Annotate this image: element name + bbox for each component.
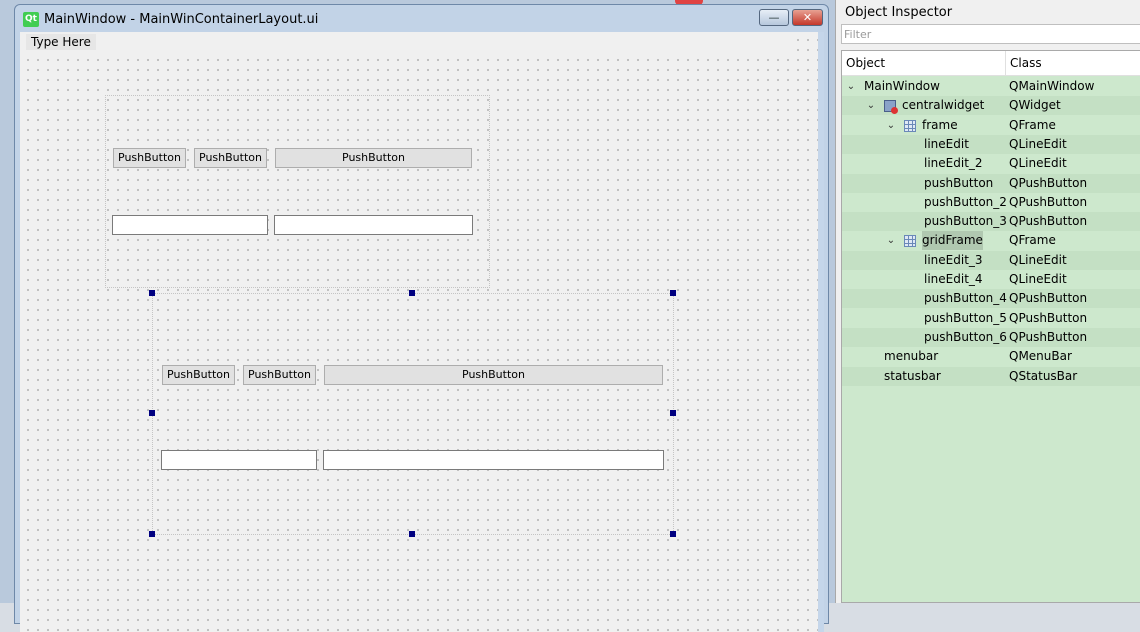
object-name: pushButton: [924, 175, 994, 190]
widget-icon: [884, 100, 898, 115]
expand-arrow-icon[interactable]: ⌄: [886, 116, 896, 135]
tree-row[interactable]: ⌄ gridFrame QFrame: [842, 231, 1140, 251]
tree-row[interactable]: pushButton_2 QPushButton: [842, 193, 1140, 212]
expand-arrow-icon[interactable]: ⌄: [846, 77, 856, 96]
class-name: QPushButton: [1009, 329, 1088, 344]
resize-handle-right[interactable]: [670, 410, 676, 416]
object-name: lineEdit_4: [924, 272, 983, 286]
class-name: QLineEdit: [1009, 252, 1067, 267]
push-button-6[interactable]: PushButton: [324, 365, 663, 385]
class-name: QFrame: [1009, 233, 1056, 248]
tree-row[interactable]: pushButton QPushButton: [842, 173, 1140, 193]
tree-row[interactable]: statusbar QStatusBar: [842, 366, 1140, 386]
title-bar: Qt MainWindow - MainWinContainerLayout.u…: [15, 5, 828, 31]
close-button[interactable]: ✕: [792, 9, 823, 26]
object-name: pushButton_3: [924, 214, 1007, 229]
frame[interactable]: [105, 95, 490, 288]
tree-row[interactable]: lineEdit_3 QLineEdit: [842, 250, 1140, 270]
tree-row[interactable]: pushButton_5 QPushButton: [842, 309, 1140, 328]
resize-handle-top-right[interactable]: [670, 290, 676, 296]
header-class[interactable]: Class: [1006, 51, 1140, 75]
object-name: frame: [922, 117, 958, 132]
class-name: QLineEdit: [1009, 156, 1067, 171]
object-name: MainWindow: [864, 79, 940, 93]
push-button-2[interactable]: PushButton: [194, 148, 267, 168]
layout-icon: [904, 235, 916, 248]
object-tree[interactable]: Object Class ⌄ MainWindow QMainWindow ⌄ cent…: [841, 50, 1140, 603]
class-name: QWidget: [1009, 98, 1061, 113]
tree-row[interactable]: ⌄ frame QFrame: [842, 116, 1140, 135]
class-name: QLineEdit: [1009, 272, 1067, 286]
object-name: pushButton_2: [924, 194, 1007, 209]
grid-frame[interactable]: [152, 293, 674, 535]
inspector-title: Object Inspector: [845, 5, 953, 20]
object-name: lineEdit: [924, 136, 969, 151]
push-button[interactable]: PushButton: [113, 148, 186, 168]
class-name: QStatusBar: [1009, 368, 1078, 383]
window-title: MainWindow - MainWinContainerLayout.ui: [44, 12, 319, 27]
push-button-4[interactable]: PushButton: [162, 365, 235, 385]
object-name: pushButton_5: [924, 310, 1007, 325]
class-name: QPushButton: [1009, 175, 1088, 190]
resize-handle-bottom-left[interactable]: [149, 531, 155, 537]
resize-handle-top-left[interactable]: [149, 290, 155, 296]
class-name: QMenuBar: [1009, 349, 1072, 364]
minimize-button[interactable]: —: [759, 9, 789, 26]
class-name: QLineEdit: [1009, 136, 1067, 151]
object-name: lineEdit_3: [924, 252, 983, 267]
window-edge: [818, 32, 824, 632]
header-object[interactable]: Object: [842, 51, 1006, 75]
resize-handle-top[interactable]: [409, 290, 415, 296]
class-name: QFrame: [1009, 117, 1056, 132]
tree-row[interactable]: lineEdit_4 QLineEdit: [842, 270, 1140, 289]
class-name: QPushButton: [1009, 214, 1088, 229]
tree-row[interactable]: pushButton_3 QPushButton: [842, 212, 1140, 232]
tree-row[interactable]: lineEdit QLineEdit: [842, 134, 1140, 154]
class-name: QMainWindow: [1009, 79, 1095, 93]
central-widget-canvas[interactable]: Type Here PushButton PushButton PushButt…: [20, 32, 824, 632]
object-name: centralwidget: [902, 98, 985, 113]
expand-arrow-icon[interactable]: ⌄: [886, 231, 896, 250]
tree-header: Object Class: [842, 51, 1140, 76]
tree-row[interactable]: ⌄ MainWindow QMainWindow: [842, 77, 1140, 96]
line-edit[interactable]: [112, 215, 268, 235]
object-name: lineEdit_2: [924, 156, 983, 171]
object-inspector-panel: Object Inspector Object Class ⌄ MainWindo…: [835, 0, 1140, 603]
tree-row[interactable]: menubar QMenuBar: [842, 347, 1140, 366]
line-edit-4[interactable]: [323, 450, 664, 470]
push-button-5[interactable]: PushButton: [243, 365, 316, 385]
filter-input[interactable]: [841, 24, 1140, 44]
object-name: statusbar: [884, 368, 941, 383]
menu-type-here[interactable]: Type Here: [26, 34, 96, 50]
resize-handle-left[interactable]: [149, 410, 155, 416]
object-name: gridFrame: [922, 231, 983, 251]
class-name: QPushButton: [1009, 194, 1088, 209]
push-button-3[interactable]: PushButton: [275, 148, 472, 168]
qt-logo-icon: Qt: [23, 12, 39, 27]
menubar: Type Here: [20, 32, 796, 52]
resize-handle-bottom-right[interactable]: [670, 531, 676, 537]
line-edit-2[interactable]: [274, 215, 473, 235]
line-edit-3[interactable]: [161, 450, 317, 470]
tree-row[interactable]: pushButton_4 QPushButton: [842, 289, 1140, 309]
object-name: menubar: [884, 349, 939, 364]
tree-row[interactable]: lineEdit_2 QLineEdit: [842, 154, 1140, 173]
expand-arrow-icon[interactable]: ⌄: [866, 96, 876, 115]
object-name: pushButton_6: [924, 329, 1007, 344]
object-name: pushButton_4: [924, 291, 1007, 306]
resize-handle-bottom[interactable]: [409, 531, 415, 537]
class-name: QPushButton: [1009, 291, 1088, 306]
tree-row[interactable]: ⌄ centralwidget QWidget: [842, 96, 1140, 116]
class-name: QPushButton: [1009, 310, 1088, 325]
layout-icon: [904, 119, 916, 132]
form-window: Qt MainWindow - MainWinContainerLayout.u…: [14, 4, 829, 632]
tree-row[interactable]: pushButton_6 QPushButton: [842, 327, 1140, 347]
